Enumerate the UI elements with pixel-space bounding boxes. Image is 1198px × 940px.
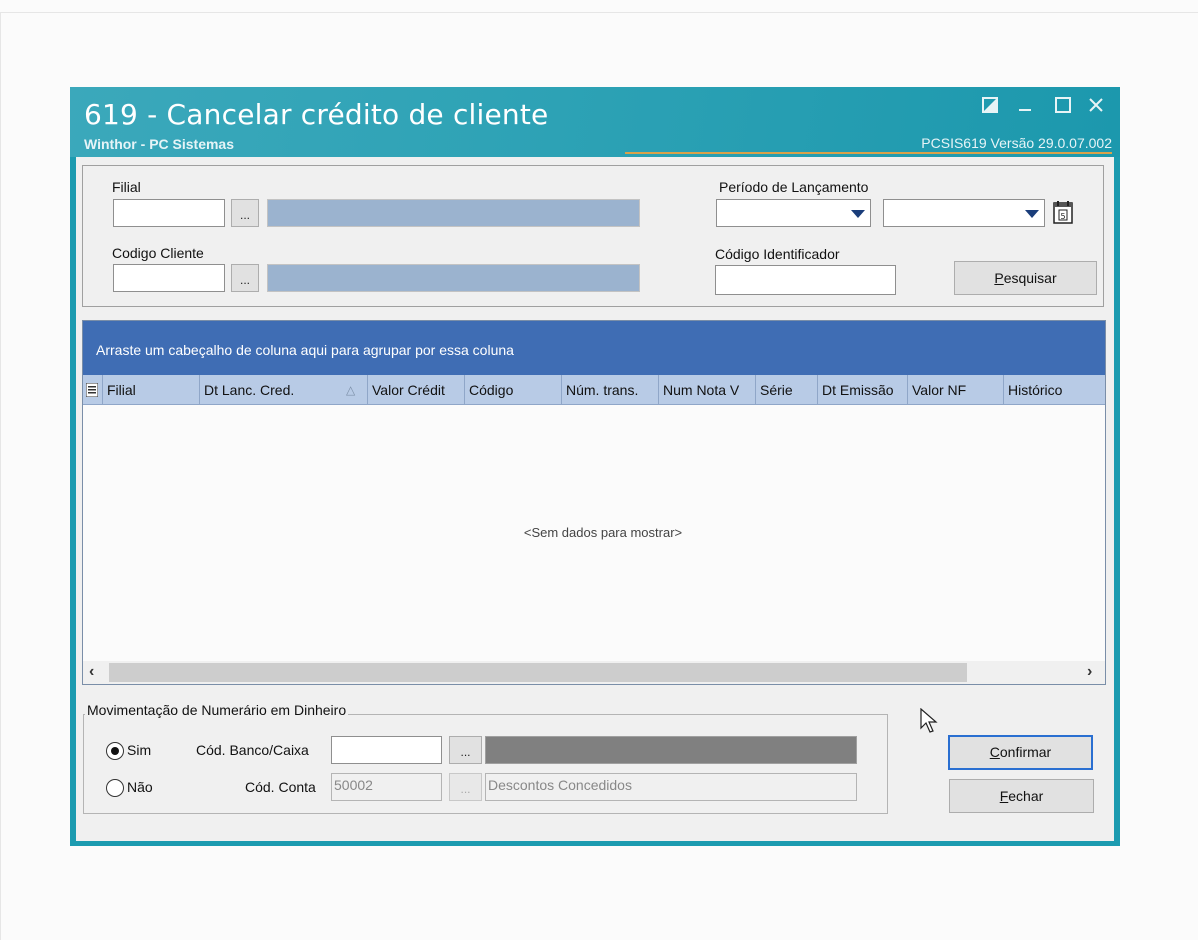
codigo-identificador-label: Código Identificador: [715, 246, 840, 262]
column-header-filial[interactable]: Filial: [103, 375, 200, 404]
horizontal-scrollbar[interactable]: ‹ ›: [83, 661, 1105, 684]
periodo-inicio-select[interactable]: [716, 199, 871, 227]
chevron-down-icon: [1025, 210, 1039, 218]
filial-description-field: [267, 199, 640, 227]
filial-label: Filial: [112, 179, 141, 195]
window-subtitle: Winthor - PC Sistemas: [84, 136, 235, 152]
banco-caixa-description-field: [485, 736, 857, 764]
confirmar-label: Confirmar: [989, 744, 1052, 760]
sim-radio[interactable]: [106, 742, 124, 760]
minimize-icon[interactable]: [1018, 97, 1032, 118]
confirmar-button[interactable]: Confirmar: [948, 735, 1093, 770]
pesquisar-button[interactable]: Pesquisar: [954, 261, 1097, 295]
filial-input[interactable]: [113, 199, 225, 227]
column-header-num-nota[interactable]: Num Nota V: [659, 375, 756, 404]
banco-caixa-label: Cód. Banco/Caixa: [196, 742, 309, 758]
banco-caixa-input[interactable]: [331, 736, 442, 764]
sim-radio-label[interactable]: Sim: [127, 742, 151, 758]
restore-icon[interactable]: [982, 97, 998, 118]
column-header-codigo[interactable]: Código: [465, 375, 562, 404]
nao-radio[interactable]: [106, 779, 124, 797]
results-grid[interactable]: Arraste um cabeçalho de coluna aqui para…: [82, 320, 1106, 685]
nao-radio-label[interactable]: Não: [127, 779, 153, 795]
title-bar[interactable]: 619 - Cancelar crédito de cliente Wintho…: [70, 87, 1120, 157]
conta-browse-button: ...: [449, 773, 482, 801]
group-by-hint: Arraste um cabeçalho de coluna aqui para…: [96, 342, 514, 358]
banco-caixa-browse-button[interactable]: ...: [449, 736, 482, 764]
column-header-num-trans[interactable]: Núm. trans.: [562, 375, 659, 404]
grid-column-header-row: Filial Dt Lanc. Cred. △ Valor Crédit Cód…: [83, 375, 1105, 405]
group-by-panel[interactable]: Arraste um cabeçalho de coluna aqui para…: [83, 321, 1105, 375]
column-header-dt-emissao[interactable]: Dt Emissão: [818, 375, 908, 404]
maximize-icon[interactable]: [1055, 97, 1071, 118]
conta-label: Cód. Conta: [245, 779, 316, 795]
periodo-fim-select[interactable]: [883, 199, 1045, 227]
fechar-button[interactable]: Fechar: [949, 779, 1094, 813]
calendar-icon[interactable]: 5: [1049, 200, 1077, 226]
codigo-cliente-browse-button[interactable]: ...: [231, 264, 259, 292]
column-header-valor-nf[interactable]: Valor NF: [908, 375, 1004, 404]
column-header-valor-credito[interactable]: Valor Crédit: [368, 375, 465, 404]
cliente-description-field: [267, 264, 640, 292]
codigo-identificador-input[interactable]: [715, 265, 896, 295]
app-window: 619 - Cancelar crédito de cliente Wintho…: [70, 87, 1120, 846]
conta-description-field: Descontos Concedidos: [485, 773, 857, 801]
window-client-area: Filial ... Codigo Cliente ... Período de…: [76, 157, 1114, 841]
column-header-historico[interactable]: Histórico: [1004, 375, 1105, 404]
page-left-border: [0, 12, 1, 940]
column-header-serie[interactable]: Série: [756, 375, 818, 404]
sort-ascending-icon: △: [346, 383, 356, 397]
filial-browse-button[interactable]: ...: [231, 199, 259, 227]
pesquisar-label: Pesquisar: [994, 270, 1057, 286]
column-header-dt-lanc-cred[interactable]: Dt Lanc. Cred. △: [200, 375, 368, 404]
close-icon[interactable]: [1088, 97, 1104, 118]
window-title: 619 - Cancelar crédito de cliente: [84, 98, 549, 131]
page-top-border: [0, 12, 1198, 13]
periodo-label: Período de Lançamento: [719, 179, 869, 195]
filter-panel: Filial ... Codigo Cliente ... Período de…: [82, 165, 1104, 307]
scroll-right-icon[interactable]: ›: [1087, 663, 1092, 681]
mouse-cursor-icon: [920, 707, 938, 737]
chevron-down-icon: [851, 210, 865, 218]
column-chooser-icon[interactable]: [83, 375, 103, 404]
title-accent-line: [625, 152, 1112, 154]
scrollbar-thumb[interactable]: [109, 663, 967, 682]
movimentacao-legend: Movimentação de Numerário em Dinheiro: [85, 702, 349, 718]
grid-empty-message: <Sem dados para mostrar>: [523, 525, 683, 540]
svg-text:5: 5: [1060, 212, 1065, 221]
fechar-label: Fechar: [999, 788, 1044, 804]
version-label: PCSIS619 Versão 29.0.07.002: [921, 135, 1112, 151]
codigo-cliente-input[interactable]: [113, 264, 225, 292]
conta-input: 50002: [331, 773, 442, 801]
codigo-cliente-label: Codigo Cliente: [112, 245, 204, 261]
column-header-dt-lanc-cred-label: Dt Lanc. Cred.: [204, 382, 295, 398]
scroll-left-icon[interactable]: ‹: [89, 663, 94, 681]
